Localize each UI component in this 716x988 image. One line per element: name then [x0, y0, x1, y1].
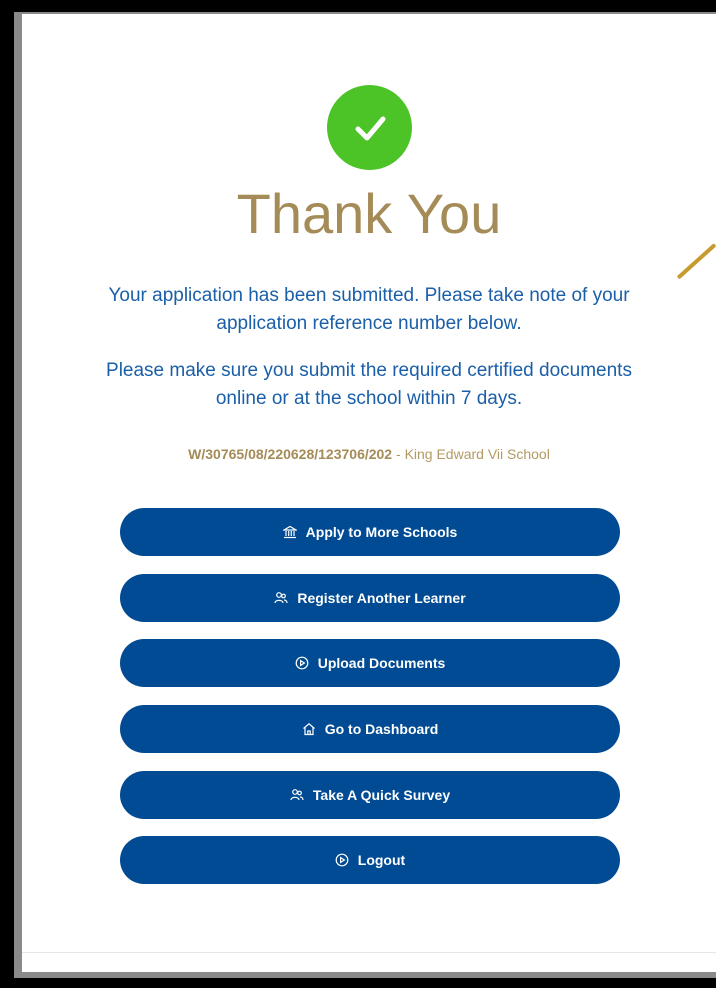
play-circle-icon: [335, 853, 349, 867]
button-label: Logout: [357, 852, 406, 868]
button-label: Go to Dashboard: [324, 721, 439, 737]
success-check-icon: [327, 85, 412, 170]
logout-button[interactable]: Logout: [120, 836, 620, 884]
home-icon: [302, 722, 316, 736]
reference-number: W/30765/08/220628/123706/202: [188, 446, 393, 462]
page-title: Thank You: [236, 182, 502, 245]
button-label: Upload Documents: [317, 655, 446, 671]
upload-documents-button[interactable]: Upload Documents: [120, 639, 620, 687]
decorative-stroke: [676, 243, 716, 280]
school-name: King Edward Vii School: [404, 446, 550, 462]
apply-more-schools-button[interactable]: Apply to More Schools: [120, 508, 620, 556]
play-circle-icon: [295, 656, 309, 670]
users-icon: [290, 788, 304, 802]
button-label: Apply to More Schools: [305, 524, 458, 540]
footer-divider: [22, 952, 716, 953]
take-survey-button[interactable]: Take A Quick Survey: [120, 771, 620, 819]
button-label: Take A Quick Survey: [312, 787, 451, 803]
confirmation-card: Thank You Your application has been subm…: [22, 14, 716, 972]
bank-icon: [282, 525, 297, 539]
documents-message: Please make sure you submit the required…: [106, 360, 632, 409]
register-another-learner-button[interactable]: Register Another Learner: [120, 574, 620, 622]
users-icon: [274, 591, 288, 605]
submitted-message: Your application has been submitted. Ple…: [108, 285, 630, 334]
reference-line: W/30765/08/220628/123706/202 - King Edwa…: [22, 446, 716, 462]
go-to-dashboard-button[interactable]: Go to Dashboard: [120, 705, 620, 753]
button-label: Register Another Learner: [297, 590, 466, 606]
reference-separator: -: [392, 446, 405, 462]
